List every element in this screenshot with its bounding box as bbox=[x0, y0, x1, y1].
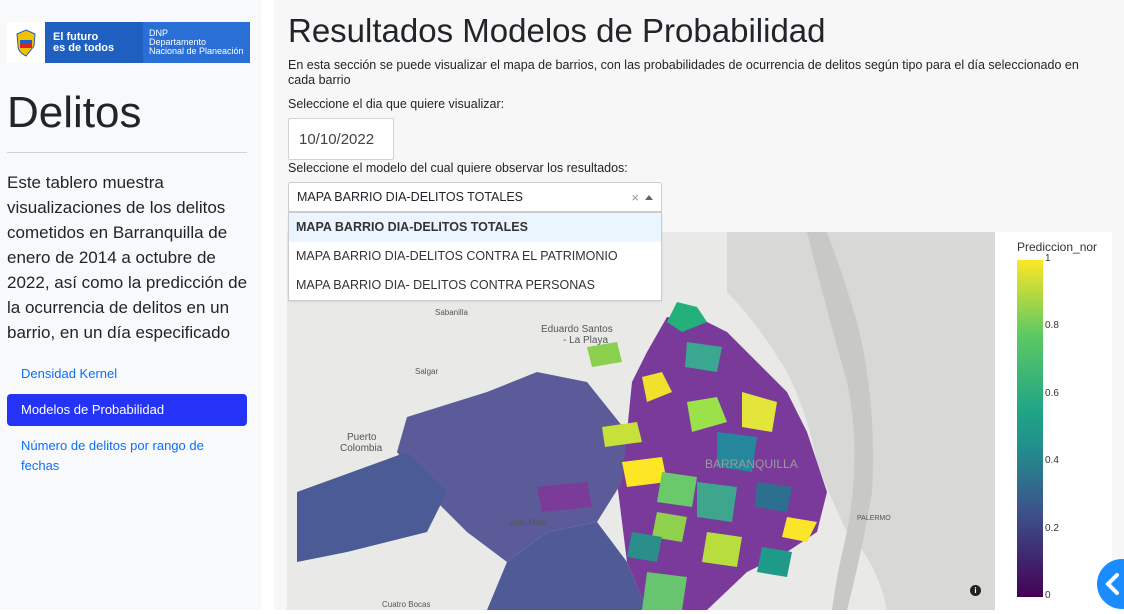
sidebar: El futuro es de todos DNP Departamento N… bbox=[0, 0, 262, 610]
slogan-line1: El futuro bbox=[53, 30, 99, 43]
chevron-left-icon bbox=[1105, 573, 1119, 595]
crest-icon bbox=[7, 22, 45, 63]
legend-tick-0-4: 0.4 bbox=[1045, 455, 1059, 466]
place-label-sabanilla: Sabanilla bbox=[435, 308, 468, 317]
nav-item-modelos-probabilidad[interactable]: Modelos de Probabilidad bbox=[7, 394, 247, 426]
place-label-puerto: Puerto bbox=[347, 432, 377, 443]
sidebar-divider bbox=[7, 152, 247, 153]
place-label-cuatro-bocas: Cuatro Bocas bbox=[382, 600, 431, 609]
legend-tick-0: 0 bbox=[1045, 590, 1051, 601]
collapse-sidebar-button[interactable] bbox=[1097, 559, 1124, 609]
place-label-palermo: PALERMO bbox=[857, 515, 891, 522]
nav-item-densidad-kernel[interactable]: Densidad Kernel bbox=[7, 358, 247, 390]
legend-title: Prediccion_nor bbox=[1017, 240, 1098, 254]
model-dropdown[interactable]: MAPA BARRIO DIA-DELITOS TOTALES × bbox=[288, 182, 662, 212]
color-legend: Prediccion_nor 1 0.8 0.6 0.4 0.2 0 bbox=[995, 232, 1112, 610]
logo-slogan: El futuro es de todos bbox=[45, 30, 143, 54]
intro-text: En esta sección se puede visualizar el m… bbox=[288, 58, 1079, 87]
model-dropdown-value: MAPA BARRIO DIA-DELITOS TOTALES bbox=[297, 190, 523, 204]
slogan-line2: es de todos bbox=[53, 41, 115, 54]
date-picker-input[interactable]: 10/10/2022 bbox=[288, 118, 394, 160]
caret-up-icon[interactable] bbox=[645, 194, 653, 200]
legend-tick-0-2: 0.2 bbox=[1045, 523, 1059, 534]
info-icon[interactable]: i bbox=[970, 585, 981, 596]
legend-tick-0-8: 0.8 bbox=[1045, 320, 1059, 331]
place-label-juan-mina: Juan Mina bbox=[509, 518, 546, 527]
dropdown-option-personas[interactable]: MAPA BARRIO DIA- DELITOS CONTRA PERSONAS bbox=[289, 271, 661, 300]
dnp-line2: Nacional de Planeación bbox=[149, 46, 244, 56]
place-label-la-playa: - La Playa bbox=[563, 335, 609, 346]
sidebar-description: Este tablero muestra visualizaciones de … bbox=[7, 173, 248, 342]
dnp-logo: DNP Departamento Nacional de Planeación bbox=[143, 22, 250, 63]
place-label-eduardo-santos: Eduardo Santos bbox=[541, 324, 613, 335]
place-label-colombia: Colombia bbox=[340, 443, 383, 454]
sidebar-title: Delitos bbox=[7, 88, 142, 137]
legend-tick-0-6: 0.6 bbox=[1045, 388, 1059, 399]
government-logo: El futuro es de todos DNP Departamento N… bbox=[7, 22, 250, 63]
sidebar-nav: Densidad Kernel Modelos de Probabilidad … bbox=[7, 358, 247, 486]
model-dropdown-menu: MAPA BARRIO DIA-DELITOS TOTALES MAPA BAR… bbox=[288, 212, 662, 301]
page-title: Resultados Modelos de Probabilidad bbox=[288, 12, 826, 49]
clear-icon[interactable]: × bbox=[631, 190, 639, 205]
place-label-salgar: Salgar bbox=[415, 367, 439, 376]
dropdown-option-patrimonio[interactable]: MAPA BARRIO DIA-DELITOS CONTRA EL PATRIM… bbox=[289, 242, 661, 271]
legend-colorbar bbox=[1017, 260, 1043, 597]
dropdown-option-totales[interactable]: MAPA BARRIO DIA-DELITOS TOTALES bbox=[289, 213, 661, 242]
place-label-barranquilla: BARRANQUILLA bbox=[705, 457, 798, 471]
nav-item-numero-delitos[interactable]: Número de delitos por rango de fechas bbox=[7, 430, 247, 482]
date-label: Seleccione el dia que quiere visualizar: bbox=[288, 97, 505, 111]
model-label: Seleccione el modelo del cual quiere obs… bbox=[288, 161, 628, 175]
legend-tick-1: 1 bbox=[1045, 253, 1051, 264]
main-content: Resultados Modelos de Probabilidad En es… bbox=[274, 0, 1124, 610]
